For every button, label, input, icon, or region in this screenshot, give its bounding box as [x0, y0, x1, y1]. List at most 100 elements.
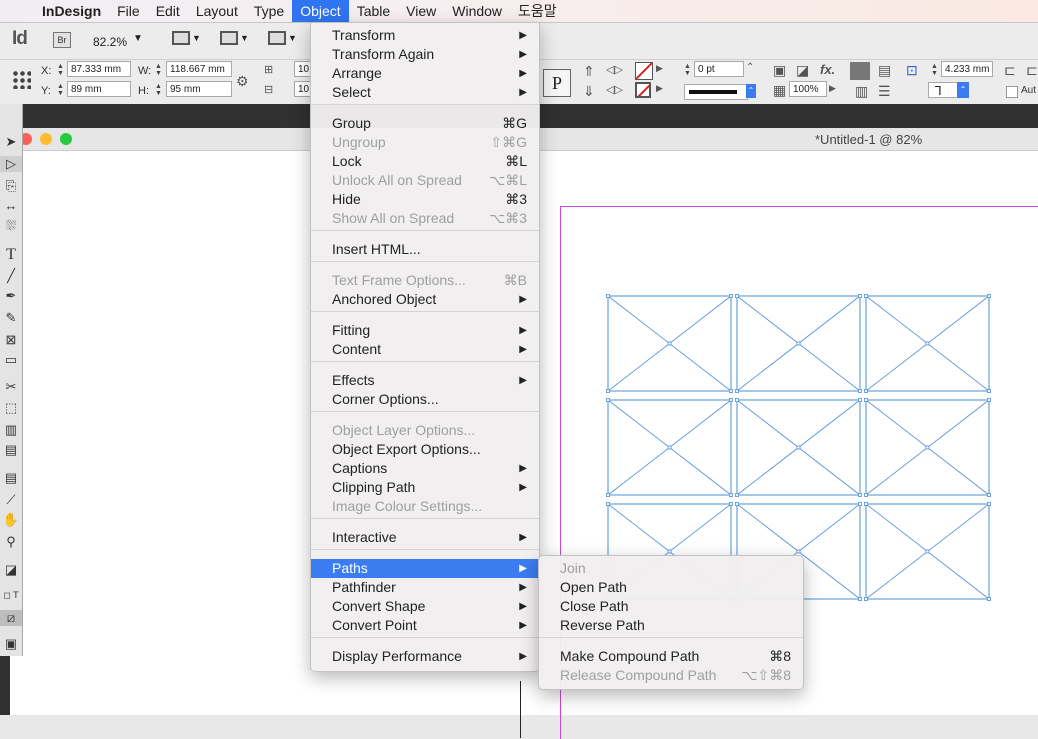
- menu-item-content[interactable]: Content ▶: [311, 340, 539, 359]
- menu-window[interactable]: Window: [444, 0, 510, 22]
- view-options-dropdown-icon[interactable]: ▼: [192, 33, 201, 43]
- arrange-documents-dropdown-icon[interactable]: ▼: [288, 33, 297, 43]
- menu-view[interactable]: View: [398, 0, 444, 22]
- stroke-weight-field[interactable]: 0 pt: [694, 61, 744, 77]
- zoom-dropdown-icon[interactable]: ▼: [133, 33, 143, 44]
- offset-field[interactable]: 4.233 mm: [941, 61, 993, 77]
- menu-edit[interactable]: Edit: [148, 0, 188, 22]
- gap-tool-icon[interactable]: ↔: [0, 198, 22, 213]
- text-wrap-bounding-icon[interactable]: ▤: [878, 62, 891, 79]
- text-wrap-shape-icon[interactable]: ▥: [855, 83, 868, 100]
- menu-item-convert-point[interactable]: Convert Point ▶: [311, 616, 539, 635]
- rectangle-frame-tool-icon[interactable]: ⊠: [0, 332, 22, 348]
- menu-item-transform[interactable]: Transform ▶: [311, 26, 539, 45]
- menu-item-insert-html[interactable]: Insert HTML...: [311, 240, 539, 259]
- fx-icon[interactable]: fx.: [820, 62, 835, 77]
- placeholder-frame[interactable]: [606, 398, 733, 497]
- rectangle-tool-icon[interactable]: ▭: [0, 352, 22, 368]
- rotate-icon[interactable]: ⇑: [583, 63, 595, 80]
- menu-item-convert-shape[interactable]: Convert Shape ▶: [311, 597, 539, 616]
- menu-item-arrange[interactable]: Arrange ▶: [311, 64, 539, 83]
- opacity-dropdown-icon[interactable]: ▶: [829, 83, 836, 94]
- type-tool-icon[interactable]: T: [0, 246, 22, 264]
- constrain-proportions-icon[interactable]: ⚙: [236, 73, 249, 90]
- stroke-type-select[interactable]: [684, 84, 748, 100]
- arrange-documents-icon[interactable]: [268, 31, 286, 45]
- scissors-tool-icon[interactable]: ✂: [0, 379, 22, 395]
- opacity-field[interactable]: 100%: [789, 81, 827, 97]
- menu-item-lock[interactable]: Lock ⌘L: [311, 152, 539, 171]
- h-field[interactable]: 95 mm: [166, 81, 232, 97]
- placeholder-frame[interactable]: [735, 398, 862, 497]
- scale-x-field[interactable]: 10: [294, 61, 310, 77]
- stroke-swatch[interactable]: [635, 82, 651, 98]
- scale-y-field[interactable]: 10: [294, 81, 310, 97]
- menu-item-interactive[interactable]: Interactive ▶: [311, 528, 539, 547]
- screen-mode-tool-icon[interactable]: ▣: [0, 636, 22, 652]
- gradient-swatch-tool-icon[interactable]: ▥: [0, 422, 22, 438]
- drop-shadow-icon[interactable]: ▣: [773, 62, 786, 79]
- stroke-weight-stepper-icon[interactable]: ▲ ▼: [684, 63, 692, 77]
- menu-app-name[interactable]: InDesign: [34, 0, 109, 22]
- screen-mode-dropdown-icon[interactable]: ▼: [240, 33, 249, 43]
- menu-item-effects[interactable]: Effects ▶: [311, 371, 539, 390]
- menu-help[interactable]: 도움말: [510, 0, 565, 22]
- minimize-window-icon[interactable]: [40, 133, 52, 145]
- selection-tool-icon[interactable]: ➤: [0, 134, 22, 150]
- gradient-feather-tool-icon[interactable]: ▤: [0, 442, 22, 458]
- flip-vertical-icon[interactable]: ◁▷: [606, 83, 623, 96]
- w-stepper-icon[interactable]: ▲ ▼: [155, 63, 163, 77]
- placeholder-frame[interactable]: [864, 502, 991, 601]
- menu-item-select[interactable]: Select ▶: [311, 83, 539, 102]
- menu-object[interactable]: Object: [292, 0, 349, 22]
- menu-item-transform-again[interactable]: Transform Again ▶: [311, 45, 539, 64]
- content-collector-icon[interactable]: ⛆: [0, 218, 22, 234]
- corner-shape-select[interactable]: ⅂: [928, 82, 958, 98]
- x-field[interactable]: 87.333 mm: [67, 61, 131, 77]
- frame-fitting-2-icon[interactable]: ⊏: [1026, 62, 1038, 79]
- direct-selection-tool-icon[interactable]: ▷: [0, 156, 22, 172]
- stroke-dropdown-icon[interactable]: ▶: [656, 83, 663, 94]
- menu-type[interactable]: Type: [246, 0, 292, 22]
- menu-item-corner-options[interactable]: Corner Options...: [311, 390, 539, 409]
- x-stepper-icon[interactable]: ▲ ▼: [57, 63, 65, 77]
- menu-file[interactable]: File: [109, 0, 148, 22]
- h-stepper-icon[interactable]: ▲ ▼: [155, 83, 163, 97]
- pen-tool-icon[interactable]: ✒: [0, 288, 22, 304]
- pencil-tool-icon[interactable]: ✎: [0, 310, 22, 326]
- auto-fit-checkbox[interactable]: [1006, 86, 1018, 98]
- w-field[interactable]: 118.667 mm: [166, 61, 232, 77]
- menu-item-group[interactable]: Group ⌘G: [311, 114, 539, 133]
- menu-item-pathfinder[interactable]: Pathfinder ▶: [311, 578, 539, 597]
- placeholder-frame[interactable]: [735, 294, 862, 393]
- zoom-tool-icon[interactable]: ⚲: [0, 534, 22, 550]
- placeholder-frame[interactable]: [864, 294, 991, 393]
- frame-fitting-icon[interactable]: ⊏: [1004, 62, 1016, 79]
- hand-tool-icon[interactable]: ✋: [0, 512, 22, 528]
- shadow-icon[interactable]: ◪: [796, 62, 809, 79]
- view-options-icon[interactable]: [172, 31, 190, 45]
- y-stepper-icon[interactable]: ▲ ▼: [57, 83, 65, 97]
- zoom-level[interactable]: 82.2%: [93, 35, 127, 49]
- placeholder-frame[interactable]: [606, 294, 733, 393]
- menu-item-clipping-path[interactable]: Clipping Path ▶: [311, 478, 539, 497]
- formatting-affects-icon[interactable]: ◻ T: [0, 590, 22, 601]
- corner-options-icon[interactable]: ⊡: [906, 62, 918, 79]
- menu-layout[interactable]: Layout: [188, 0, 246, 22]
- menu-item-hide[interactable]: Hide ⌘3: [311, 190, 539, 209]
- submenu-item-open-path[interactable]: Open Path: [539, 578, 803, 597]
- apply-none-icon[interactable]: ⧄: [0, 610, 22, 626]
- free-transform-tool-icon[interactable]: ⬚: [0, 400, 22, 416]
- screen-mode-icon[interactable]: [220, 31, 238, 45]
- menu-item-anchored-object[interactable]: Anchored Object ▶: [311, 290, 539, 309]
- stroke-type-dropdown-icon[interactable]: ⌃: [746, 84, 756, 98]
- fill-dropdown-icon[interactable]: ▶: [656, 63, 663, 74]
- note-tool-icon[interactable]: ▤: [0, 470, 22, 486]
- bridge-button[interactable]: Br: [53, 32, 71, 48]
- menu-table[interactable]: Table: [349, 0, 398, 22]
- zoom-window-icon[interactable]: [60, 133, 72, 145]
- fill-swatch[interactable]: [635, 62, 653, 80]
- menu-item-captions[interactable]: Captions ▶: [311, 459, 539, 478]
- flip-horizontal-icon[interactable]: ◁▷: [606, 63, 623, 76]
- eyedropper-tool-icon[interactable]: ⟋: [0, 492, 22, 508]
